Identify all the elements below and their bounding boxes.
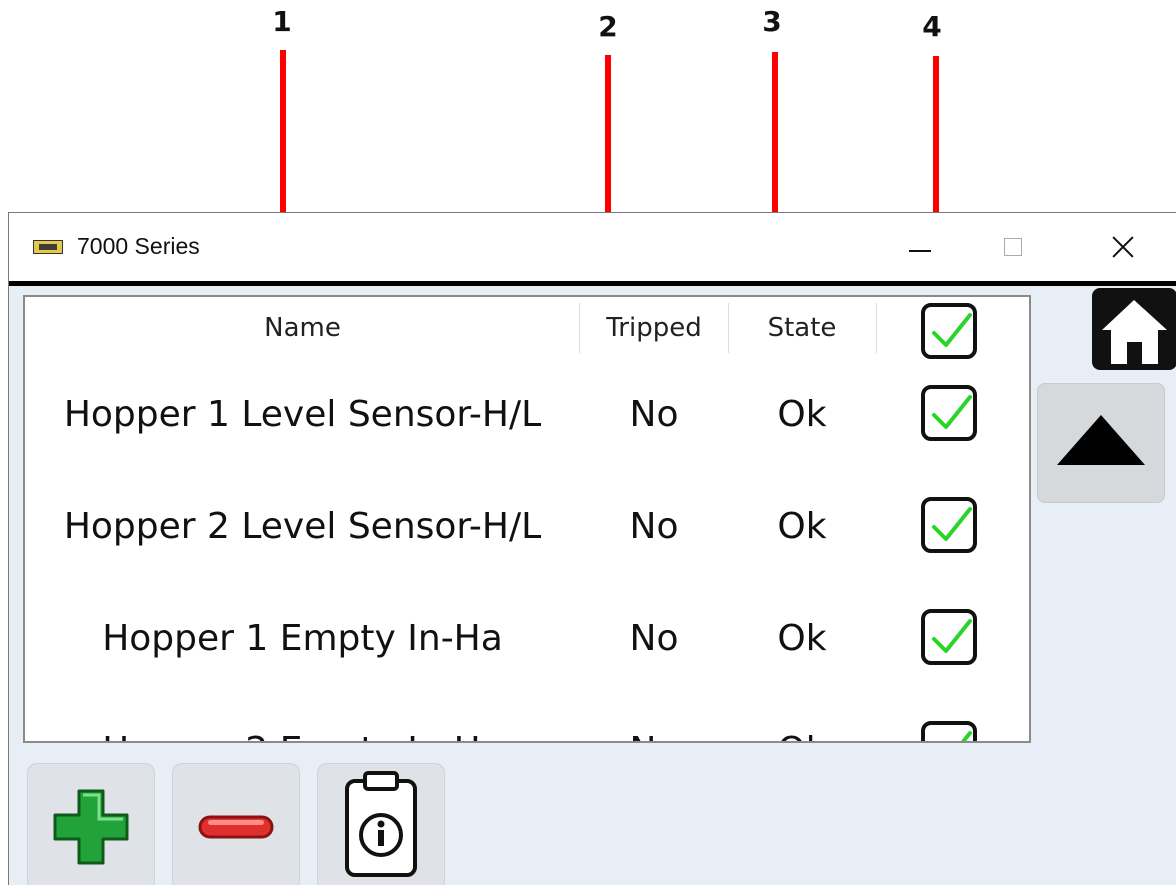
home-button[interactable] [1092, 288, 1176, 370]
row-tripped: No [629, 618, 679, 659]
checkmark-icon [932, 619, 972, 653]
callout-1-label: 1 [272, 5, 292, 38]
app-window: 7000 Series Name Tripped State Hopper 1 … [8, 212, 1176, 885]
remove-button[interactable] [172, 763, 300, 885]
row-name: Hopper 1 Empty In-Ha [102, 618, 503, 659]
callout-3-label: 3 [762, 5, 782, 38]
plus-icon [53, 789, 129, 865]
select-all-checkbox[interactable] [921, 303, 977, 359]
row-checkbox[interactable] [921, 497, 977, 553]
row-name: Hopper 1 Level Sensor-H/L [63, 394, 542, 435]
row-checkbox[interactable] [921, 609, 977, 665]
alarm-table[interactable]: Name Tripped State Hopper 1 Level Sensor… [23, 295, 1031, 743]
client-area: Name Tripped State Hopper 1 Level Sensor… [9, 281, 1176, 885]
row-state: Ok [777, 618, 827, 659]
table-row[interactable]: Hopper 1 Empty In-Ha No Ok [25, 583, 1029, 695]
clipboard-info-icon [345, 771, 417, 877]
row-tripped: No [629, 394, 679, 435]
column-header-tripped[interactable]: Tripped [580, 297, 728, 359]
callout-4-label: 4 [922, 10, 942, 43]
info-button[interactable] [317, 763, 445, 885]
close-button[interactable] [1094, 223, 1154, 273]
callout-2-label: 2 [598, 10, 618, 43]
column-divider [876, 303, 877, 353]
checkmark-icon [932, 395, 972, 429]
maximize-button[interactable] [984, 223, 1044, 273]
row-checkbox[interactable] [921, 385, 977, 441]
table-header: Name Tripped State [25, 297, 1029, 359]
row-name: Hopper 2 Level Sensor-H/L [63, 506, 542, 547]
screenshot-page: 1 2 3 4 7000 Series Name Tripped State H… [0, 0, 1176, 885]
title-bar: 7000 Series [9, 213, 1176, 281]
row-checkbox[interactable] [921, 721, 977, 741]
checkmark-icon [932, 313, 972, 347]
table-row[interactable]: Hopper 2 Level Sensor-H/L No Ok [25, 471, 1029, 583]
table-row[interactable]: Hopper 2 Empty In-Ha No Ok [25, 695, 1029, 741]
column-header-state[interactable]: State [728, 297, 876, 359]
home-icon [1102, 300, 1167, 364]
app-logo-icon [33, 240, 63, 254]
window-title: 7000 Series [77, 233, 200, 259]
row-state: Ok [777, 394, 827, 435]
checkmark-icon [961, 731, 972, 741]
minus-icon [198, 815, 274, 839]
row-state: Ok [728, 695, 876, 741]
scroll-up-button[interactable] [1037, 383, 1165, 503]
checkmark-icon [932, 507, 972, 541]
table-row[interactable]: Hopper 1 Level Sensor-H/L No Ok [25, 359, 1029, 471]
row-tripped: No [580, 695, 728, 741]
add-button[interactable] [27, 763, 155, 885]
minimize-button[interactable] [889, 223, 949, 273]
column-header-name[interactable]: Name [25, 297, 580, 359]
triangle-up-icon [1057, 415, 1145, 465]
row-state: Ok [777, 506, 827, 547]
row-name: Hopper 2 Empty In-Ha [25, 695, 580, 741]
row-tripped: No [629, 506, 679, 547]
